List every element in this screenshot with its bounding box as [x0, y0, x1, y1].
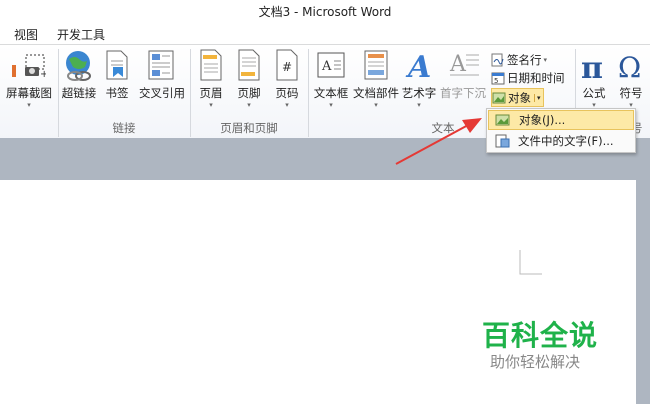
annotation-arrow [395, 118, 482, 165]
